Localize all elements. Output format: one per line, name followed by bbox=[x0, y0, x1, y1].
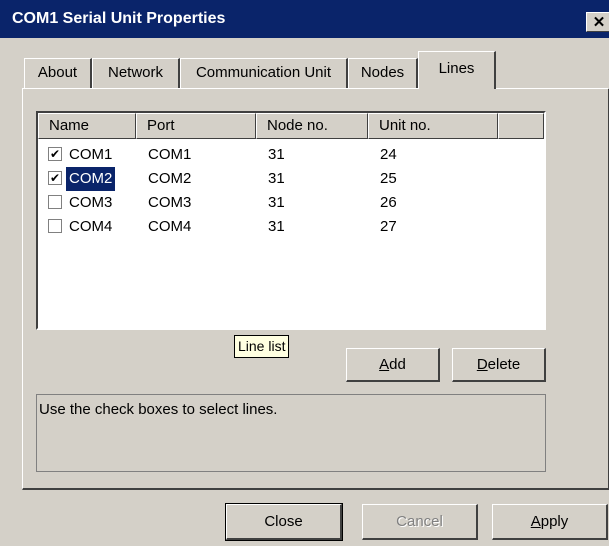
apply-button[interactable]: Apply bbox=[492, 504, 608, 540]
tab-label: Communication Unit bbox=[195, 64, 332, 81]
column-header-label: Name bbox=[49, 117, 90, 134]
add-button-hotkey: A bbox=[379, 356, 390, 373]
line-name: COM3 bbox=[69, 194, 113, 211]
delete-button[interactable]: Delete bbox=[452, 348, 546, 382]
tab-nodes[interactable]: Nodes bbox=[348, 58, 418, 88]
apply-button-label: pply bbox=[540, 513, 569, 530]
list-row-com3[interactable]: COM3 COM3 31 26 bbox=[38, 191, 544, 215]
tab-label: Network bbox=[107, 64, 163, 81]
tab-label: Lines bbox=[438, 60, 475, 77]
column-header-label: Unit no. bbox=[379, 117, 431, 134]
cancel-button-label: Cancel bbox=[396, 513, 443, 530]
delete-button-hotkey: D bbox=[476, 356, 488, 373]
column-header-port[interactable]: Port bbox=[136, 113, 256, 139]
line-node-no: 31 bbox=[268, 170, 285, 187]
line-unit-no: 27 bbox=[380, 218, 397, 235]
line-node-no: 31 bbox=[268, 194, 285, 211]
tab-network[interactable]: Network bbox=[92, 58, 180, 88]
line-name: COM1 bbox=[69, 146, 113, 163]
tab-label: About bbox=[37, 64, 78, 81]
description-box: Use the check boxes to select lines. bbox=[36, 394, 546, 472]
column-header-filler bbox=[498, 113, 544, 139]
line-checkbox-com4[interactable] bbox=[48, 219, 62, 233]
title-bar: COM1 Serial Unit Properties ✕ bbox=[0, 0, 609, 38]
add-button-label: dd bbox=[389, 356, 406, 373]
tab-about[interactable]: About bbox=[24, 58, 92, 88]
line-checkbox-com3[interactable] bbox=[48, 195, 62, 209]
line-unit-no: 26 bbox=[380, 194, 397, 211]
list-row-com4[interactable]: COM4 COM4 31 27 bbox=[38, 215, 544, 239]
line-port: COM2 bbox=[148, 170, 192, 187]
line-node-no: 31 bbox=[268, 218, 285, 235]
close-icon: ✕ bbox=[592, 14, 606, 31]
line-name-selected: COM2 bbox=[64, 166, 117, 192]
line-unit-no: 25 bbox=[380, 170, 397, 187]
line-list[interactable]: Name Port Node no. Unit no. ✔ COM1 COM1 … bbox=[36, 111, 546, 330]
checkmark-icon: ✔ bbox=[49, 171, 61, 185]
line-node-no: 31 bbox=[268, 146, 285, 163]
column-header-label: Port bbox=[147, 117, 175, 134]
close-button[interactable]: Close bbox=[225, 503, 343, 541]
cancel-button: Cancel bbox=[362, 504, 478, 540]
add-button[interactable]: Add bbox=[346, 348, 440, 382]
line-list-tooltip: Line list bbox=[234, 335, 290, 358]
line-checkbox-com1[interactable]: ✔ bbox=[48, 147, 62, 161]
line-unit-no: 24 bbox=[380, 146, 397, 163]
delete-button-label: elete bbox=[487, 356, 521, 373]
close-window-button[interactable]: ✕ bbox=[586, 12, 609, 32]
line-port: COM1 bbox=[148, 146, 192, 163]
column-header-node-no[interactable]: Node no. bbox=[256, 113, 368, 139]
list-row-com1[interactable]: ✔ COM1 COM1 31 24 bbox=[38, 143, 544, 167]
tab-label: Nodes bbox=[360, 64, 405, 81]
column-header-name[interactable]: Name bbox=[38, 113, 136, 139]
column-header-unit-no[interactable]: Unit no. bbox=[368, 113, 498, 139]
line-checkbox-com2[interactable]: ✔ bbox=[48, 171, 62, 185]
window-title: COM1 Serial Unit Properties bbox=[12, 10, 226, 27]
line-port: COM3 bbox=[148, 194, 192, 211]
line-port: COM4 bbox=[148, 218, 192, 235]
tab-lines[interactable]: Lines bbox=[418, 51, 496, 89]
checkmark-icon: ✔ bbox=[49, 147, 61, 161]
list-row-com2[interactable]: ✔ COM2 COM2 31 25 bbox=[38, 166, 544, 192]
description-text: Use the check boxes to select lines. bbox=[39, 401, 278, 418]
line-name: COM4 bbox=[69, 218, 113, 235]
close-button-label: Close bbox=[264, 513, 303, 530]
tab-communication-unit[interactable]: Communication Unit bbox=[180, 58, 348, 88]
column-header-label: Node no. bbox=[267, 117, 328, 134]
apply-button-hotkey: A bbox=[530, 513, 541, 530]
